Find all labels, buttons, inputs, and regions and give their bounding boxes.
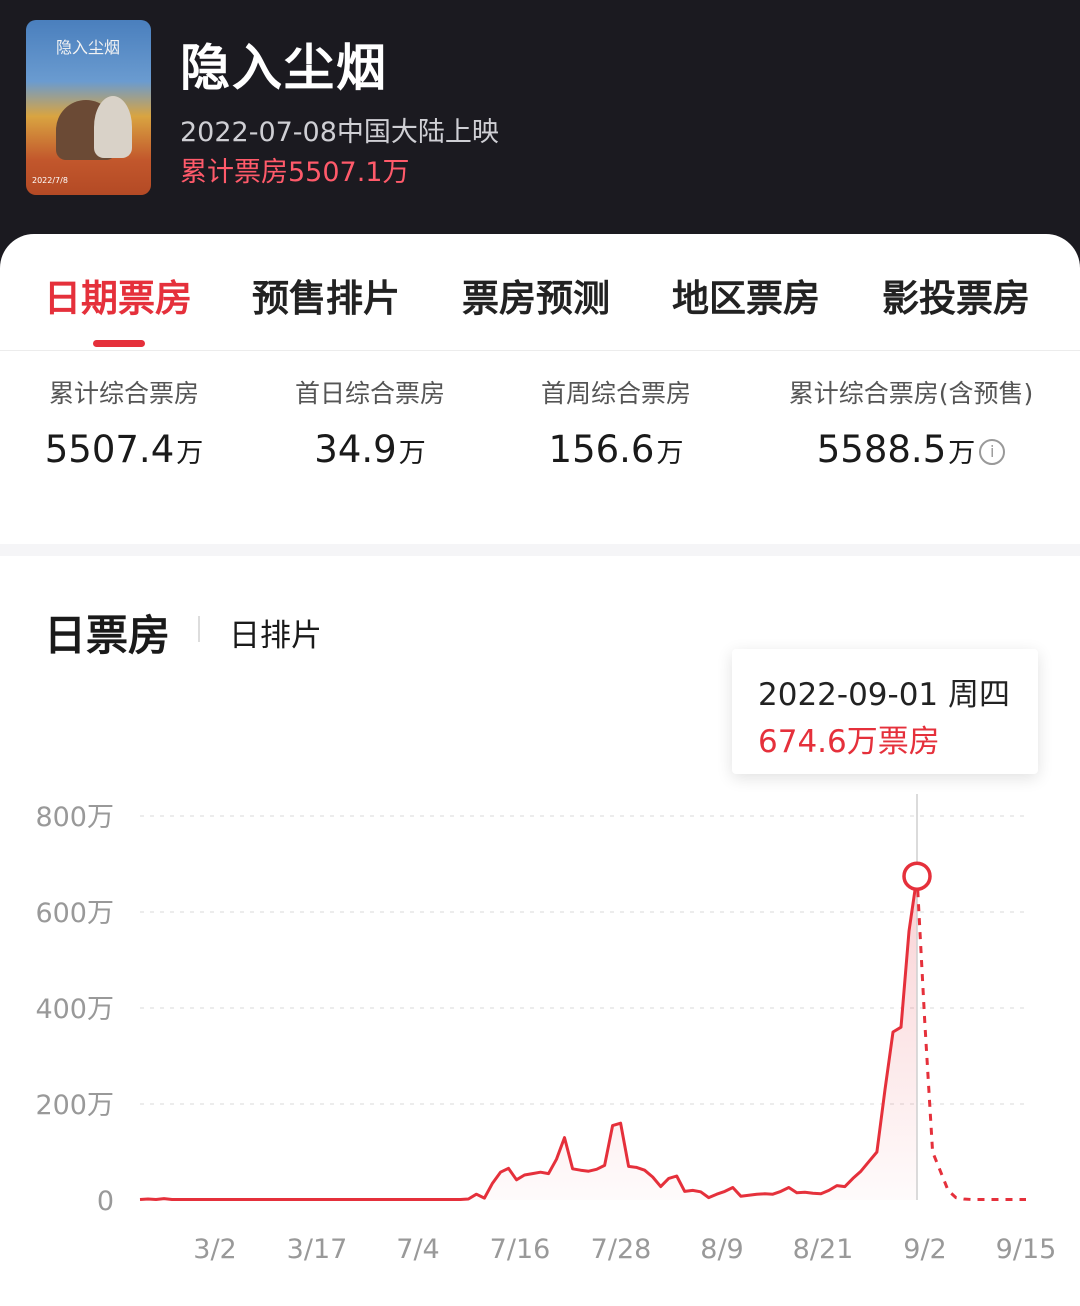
- release-info: 2022-07-08中国大陆上映: [180, 117, 499, 148]
- y-tick-label: 200万: [35, 1090, 114, 1121]
- tooltip-value: 674.6万票房: [758, 724, 940, 760]
- series-area: [140, 876, 917, 1200]
- tooltip-date: 2022-09-01 周四: [758, 677, 1011, 713]
- poster-title: 隐入尘烟: [56, 38, 121, 57]
- total-box-office: 累计票房5507.1万: [180, 150, 409, 189]
- stat-unit: 万: [656, 438, 684, 469]
- stat-first-day: 首日综合票房 34.9万: [290, 374, 450, 471]
- section-divider: [0, 544, 1080, 556]
- x-tick-label: 7/16: [490, 1234, 551, 1265]
- y-tick-label: 600万: [35, 898, 114, 929]
- series-line: [139, 875, 919, 1201]
- stat-number: 5588.5: [816, 428, 947, 471]
- chart-tooltip: 2022-09-01 周四 674.6万票房: [732, 649, 1038, 774]
- tab-box-office-forecast[interactable]: 票房预测: [462, 268, 610, 322]
- x-tick-label: 7/28: [591, 1234, 652, 1265]
- stat-number: 34.9: [314, 428, 397, 471]
- x-tick-label: 8/9: [700, 1234, 743, 1265]
- poster-figure-woman: [94, 96, 132, 158]
- y-tick-label: 0: [97, 1186, 114, 1217]
- x-tick-label: 3/2: [193, 1234, 236, 1265]
- stat-label: 累计综合票房: [48, 379, 199, 408]
- stat-value: 156.6万: [536, 428, 696, 471]
- stat-unit: 万: [398, 438, 426, 469]
- stat-cumulative: 累计综合票房 5507.4万: [44, 374, 204, 471]
- movie-title: 隐入尘烟: [180, 39, 388, 97]
- x-tick-label: 9/2: [903, 1234, 946, 1265]
- header-separator: [198, 616, 200, 642]
- stat-value: 5507.4万: [44, 428, 204, 471]
- stat-cumulative-presale: 累计综合票房(含预售) 5588.5万 i: [782, 374, 1040, 471]
- stat-number: 156.6: [548, 428, 655, 471]
- total-box-office-label: 累计票房: [180, 157, 288, 188]
- y-tick-label: 400万: [35, 994, 114, 1025]
- stat-label: 首日综合票房: [294, 379, 445, 408]
- chart-header: 日票房 日排片: [44, 602, 322, 663]
- stat-label: 首周综合票房: [540, 379, 691, 408]
- content-card: 日期票房 预售排片 票房预测 地区票房 影投票房 累计综合票房 5507.4万 …: [0, 234, 1080, 1306]
- chart-title: 日票房: [44, 611, 171, 660]
- daily-box-office-chart[interactable]: 800万 600万 400万 200万 0 3/2 3/17 7/4 7/16 7/28 8/9 8/…: [0, 794, 1080, 1306]
- forecast-line: [915, 876, 1026, 1201]
- x-tick-label: 8/21: [793, 1234, 854, 1265]
- stats-row: 累计综合票房 5507.4万 首日综合票房 34.9万 首周综合票房 156.6…: [0, 374, 1080, 544]
- daily-schedule-tab[interactable]: 日排片: [229, 610, 322, 655]
- tab-regional-box-office[interactable]: 地区票房: [672, 268, 820, 322]
- total-box-office-value: 5507.1万: [288, 157, 410, 188]
- movie-header: 隐入尘烟 2022/7/8 隐入尘烟 2022-07-08中国大陆上映 累计票房…: [0, 0, 1080, 260]
- tab-bar: 日期票房 预售排片 票房预测 地区票房 影投票房: [0, 234, 1080, 351]
- stat-number: 5507.4: [44, 428, 175, 471]
- x-tick-label: 7/4: [396, 1234, 439, 1265]
- tab-daily-box-office[interactable]: 日期票房: [44, 268, 192, 322]
- x-tick-label: 9/15: [996, 1234, 1057, 1265]
- stat-value: 5588.5万 i: [782, 428, 1040, 471]
- stat-value: 34.9万: [290, 428, 450, 471]
- tab-investor-box-office[interactable]: 影投票房: [882, 268, 1030, 322]
- stat-unit: 万: [176, 438, 204, 469]
- stat-first-week: 首周综合票房 156.6万: [536, 374, 696, 471]
- stat-label: 累计综合票房(含预售): [788, 379, 1034, 408]
- active-tab-indicator: [93, 340, 145, 347]
- tab-presale-schedule[interactable]: 预售排片: [252, 268, 400, 322]
- x-tick-label: 3/17: [287, 1234, 348, 1265]
- info-icon[interactable]: i: [979, 438, 1006, 465]
- movie-poster[interactable]: 隐入尘烟 2022/7/8: [26, 20, 151, 195]
- stat-unit: 万: [948, 438, 976, 469]
- highlight-point: [902, 861, 932, 891]
- y-tick-label: 800万: [35, 802, 114, 833]
- poster-caption: 2022/7/8: [32, 176, 68, 185]
